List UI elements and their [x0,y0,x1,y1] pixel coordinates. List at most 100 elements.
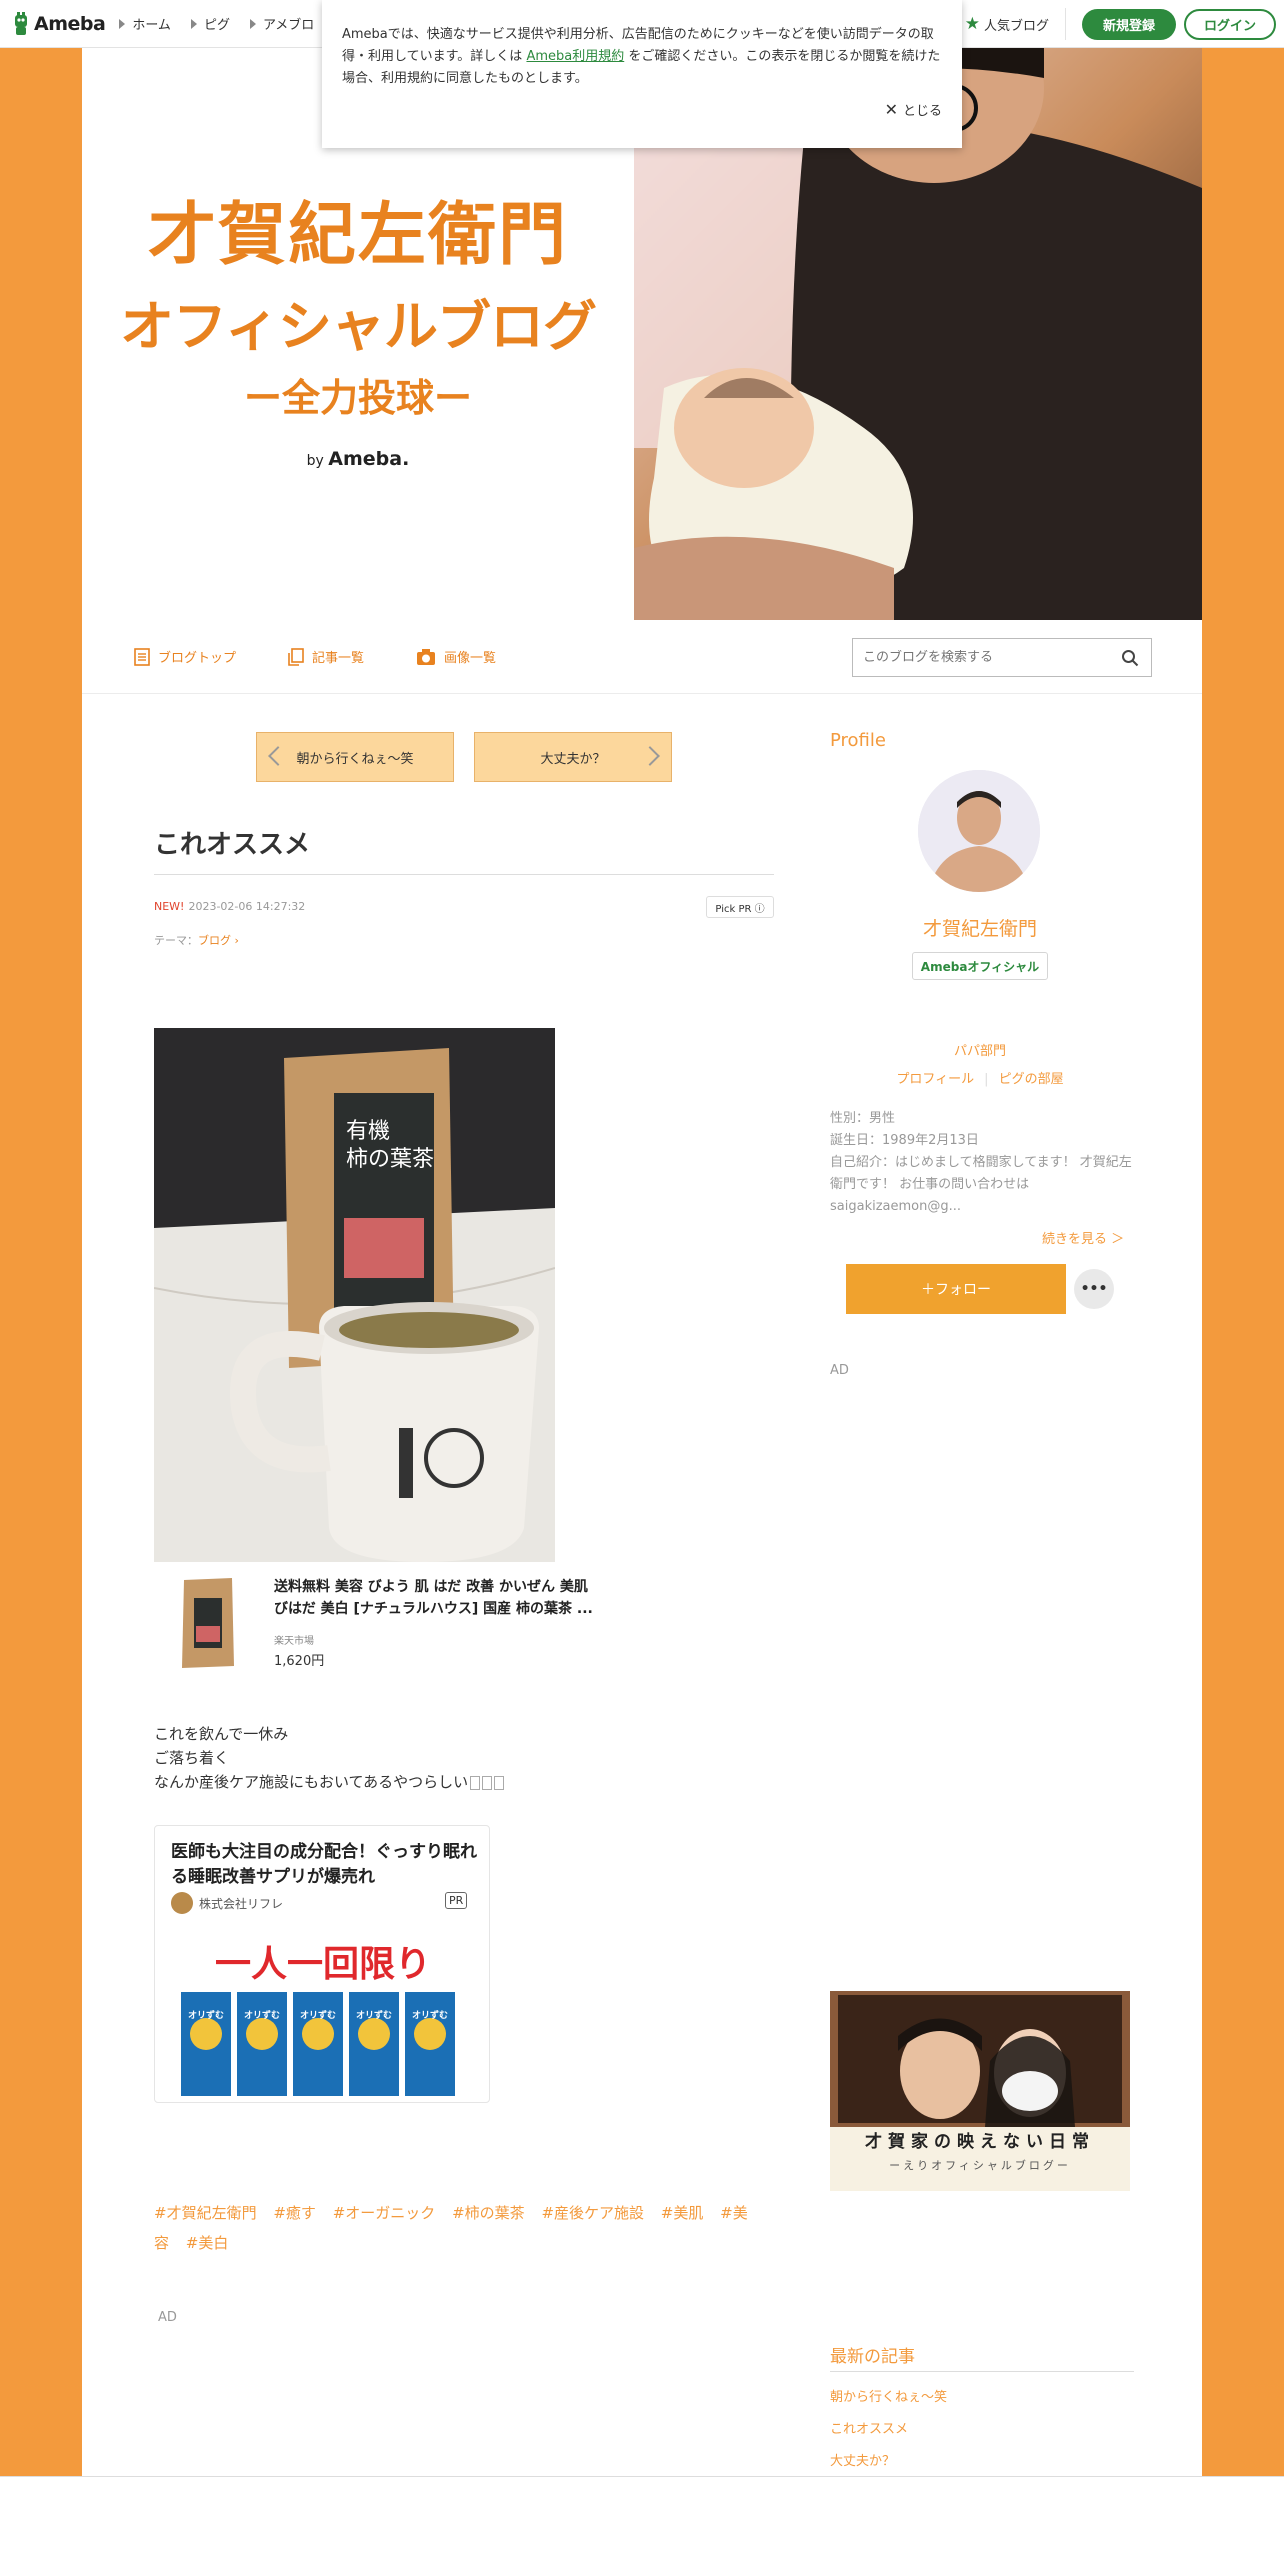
hashtag[interactable]: #才賀紀左衛門 [154,2204,257,2222]
broken-image-icon [470,1775,481,1790]
category-link[interactable]: パパ部門 [830,1040,1130,1059]
sponsored-ad-card[interactable]: 医師も大注目の成分配合！ぐっすり眠れる睡眠改善サプリが爆売れ 株式会社リフレ P… [154,1825,490,2103]
ad-title: 医師も大注目の成分配合！ぐっすり眠れる睡眠改善サプリが爆売れ [171,1842,477,1887]
chevron-left-icon [268,746,288,766]
article-photo[interactable]: 有機 柿の葉茶 [154,1028,555,1562]
body-line: ご落ち着く [154,1749,230,1767]
recent-article-link[interactable]: 大丈夫か？ [830,2450,895,2469]
pick-pr-button[interactable]: Pick PR ⓘ [706,896,774,918]
related-blog-banner[interactable]: 才賀家の映えない日常 ーえりオフィシャルブログー [830,1991,1130,2191]
pr-badge: PR [445,1892,468,1909]
logo-text: Ameba [34,12,106,35]
follow-button[interactable]: ＋フォロー [846,1264,1066,1314]
profile-gender: 性別：男性 [830,1111,896,1126]
product-shop: 楽天市場 [274,1636,314,1647]
cookie-notice: Amebaでは、快適なサービス提供や利用分析、広告配信のためにクッキーなどを使い… [322,0,962,148]
blog-top-link[interactable]: ブログトップ [134,647,236,666]
recent-article-link[interactable]: これオススメ [830,2418,908,2437]
body-line: これを飲んで一休み [154,1725,289,1743]
document-icon [134,647,150,666]
cookie-text: Amebaでは、快適なサービス提供や利用分析、広告配信のためにクッキーなどを使い… [342,24,942,90]
by-ameba: by Ameba. [307,448,410,470]
blog-nav: ブログトップ 記事一覧 画像一覧 [82,620,1202,694]
broken-image-icon [494,1775,505,1790]
blog-subtitle: ー全力投球ー [243,375,472,420]
nav-ameblo[interactable]: アメブロ [249,14,315,33]
article-date: 2023-02-06 14:27:32 [188,900,306,913]
article-theme: テーマ：ブログ › [154,932,239,948]
recent-article-link[interactable]: 朝から行くねぇ〜笑 [830,2386,947,2405]
banner-subtitle: ーえりオフィシャルブログー [889,2159,1071,2172]
prev-article-label: 朝から行くねぇ〜笑 [296,751,414,767]
hashtag[interactable]: #産後ケア施設 [541,2204,644,2222]
login-button[interactable]: ログイン [1184,8,1276,40]
profile-info: 性別：男性 誕生日：1989年2月13日 自己紹介：はじめまして格闘家してます！… [830,1108,1134,1218]
official-badge[interactable]: Amebaオフィシャル [912,952,1048,980]
banner-caption: 才賀家の映えない日常 [865,2132,1095,2152]
theme-link[interactable]: ブログ [198,934,231,947]
close-icon: ✕ [884,100,898,119]
supplement-boxes: オリずむ オリずむ オリずむ オリずむ オリずむ [181,1992,455,2096]
hashtag[interactable]: #癒す [273,2204,316,2222]
read-more-link[interactable]: 続きを見る ＞ [1042,1228,1124,1247]
article-list-label: 記事一覧 [312,651,365,666]
profile-links: プロフィール | ピグの部屋 [830,1068,1130,1087]
hashtag[interactable]: #美白 [186,2234,229,2252]
camera-icon [417,648,436,665]
popular-blog-link[interactable]: ★ 人気ブログ [955,8,1066,40]
more-options-button[interactable]: ••• [1074,1269,1114,1309]
top-right-actions: ★ 人気ブログ 新規登録 ログイン [955,0,1284,48]
search-icon[interactable] [1121,649,1139,667]
product-title[interactable]: 送料無料 美容 びよう 肌 はだ 改善 かいぜん 美肌 びはだ 美白 [ナチュラ… [274,1576,594,1620]
register-button[interactable]: 新規登録 [1082,8,1176,40]
nav-pigg[interactable]: ピグ [190,14,230,33]
prev-article-button[interactable]: 朝から行くねぇ〜笑 [256,732,454,782]
hashtag[interactable]: #柿の葉茶 [452,2204,525,2222]
svg-text:柿の葉茶: 柿の葉茶 [346,1147,434,1172]
advertiser-name: 株式会社リフレ [199,1896,284,1911]
new-badge: NEW! [154,900,185,913]
profile-name[interactable]: 才賀紀左衛門 [830,914,1130,941]
cookie-close-button[interactable]: ✕ とじる [885,100,942,119]
blog-top-label: ブログトップ [158,651,237,666]
hashtag[interactable]: #美肌 [661,2204,704,2222]
article-body: これを飲んで一休み ご落ち着く なんか産後ケア施設にもおいてあるやつらしい [154,1722,505,1794]
nav-home[interactable]: ホーム [119,14,171,33]
product-name: オリずむ [356,2009,392,2021]
triangle-icon [249,18,256,29]
nav-ameblo-label: アメブロ [262,18,315,33]
pigg-room-link[interactable]: ピグの部屋 [999,1072,1064,1087]
ameba-logo[interactable]: Ameba [12,11,106,36]
theme-label: テーマ： [154,934,198,947]
ad-image: 一人一回限り オリずむ オリずむ オリずむ オリずむ オリずむ [181,1944,455,2096]
footer [0,2476,1284,2568]
article-meta: NEW! 2023-02-06 14:27:32 [154,900,305,913]
next-article-button[interactable]: 大丈夫か？ [474,732,672,782]
product-name: オリずむ [244,2009,280,2021]
terms-link[interactable]: Ameba利用規約 [526,49,624,64]
product-card[interactable]: 送料無料 美容 びよう 肌 はだ 改善 かいぜん 美肌 びはだ 美白 [ナチュラ… [154,1572,594,1682]
body-line-text: なんか産後ケア施設にもおいてあるやつらしい [154,1773,469,1791]
ad-advertiser: 株式会社リフレ [171,1892,283,1914]
hashtag[interactable]: #オーガニック [333,2204,436,2222]
ad-banner-text: 一人一回限り [215,1944,431,1985]
product-name: オリずむ [300,2009,336,2021]
nav-pigg-label: ピグ [203,18,230,33]
by-brand: Ameba. [328,447,410,470]
main-container: 才賀紀左衛門 オフィシャルブログ ー全力投球ー by Ameba. ブログトップ… [82,48,1202,2476]
divider [154,874,774,875]
blog-search-input[interactable] [863,650,1113,665]
divider [830,2371,1134,2372]
product-name: オリずむ [412,2009,448,2021]
profile-avatar[interactable] [918,770,1040,892]
image-list-link[interactable]: 画像一覧 [416,647,496,666]
article-list-link[interactable]: 記事一覧 [288,647,364,666]
blog-title-official: オフィシャルブログ [120,294,597,358]
chevron-right-icon [640,746,660,766]
body-line: なんか産後ケア施設にもおいてあるやつらしい [154,1770,505,1794]
svg-text:有機: 有機 [346,1119,390,1144]
banner-photo [830,1991,1130,2127]
triangle-icon [190,18,197,29]
profile-link[interactable]: プロフィール [896,1072,974,1087]
profile-birthday: 誕生日：1989年2月13日 [830,1133,979,1148]
